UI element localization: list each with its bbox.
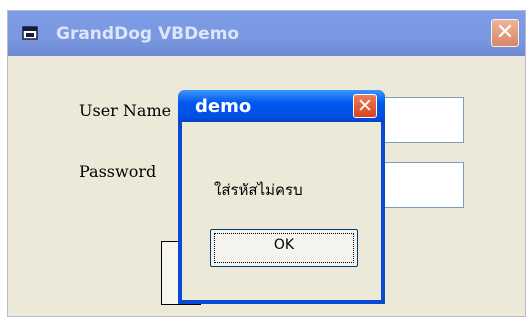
ok-button[interactable]: OK [210, 229, 358, 267]
app-window-icon [22, 26, 38, 40]
main-title-bar[interactable]: GrandDog VBDemo ✕ [8, 11, 525, 56]
dialog-message: ใส่รหัสไม่ครบ [214, 181, 303, 199]
dialog-title: demo [195, 96, 252, 117]
ok-button-label: OK [273, 237, 295, 253]
close-icon[interactable]: ✕ [491, 19, 519, 47]
password-input[interactable] [381, 162, 464, 208]
password-label: Password [79, 162, 157, 181]
username-input[interactable] [381, 97, 464, 143]
username-label: User Name [79, 101, 172, 120]
message-dialog: demo ✕ ใส่รหัสไม่ครบ OK [178, 90, 385, 304]
dialog-body: ใส่รหัสไม่ครบ OK [182, 122, 381, 300]
window-title: GrandDog VBDemo [56, 24, 240, 44]
dialog-title-bar[interactable]: demo ✕ [178, 90, 385, 122]
dialog-close-icon[interactable]: ✕ [353, 94, 377, 118]
